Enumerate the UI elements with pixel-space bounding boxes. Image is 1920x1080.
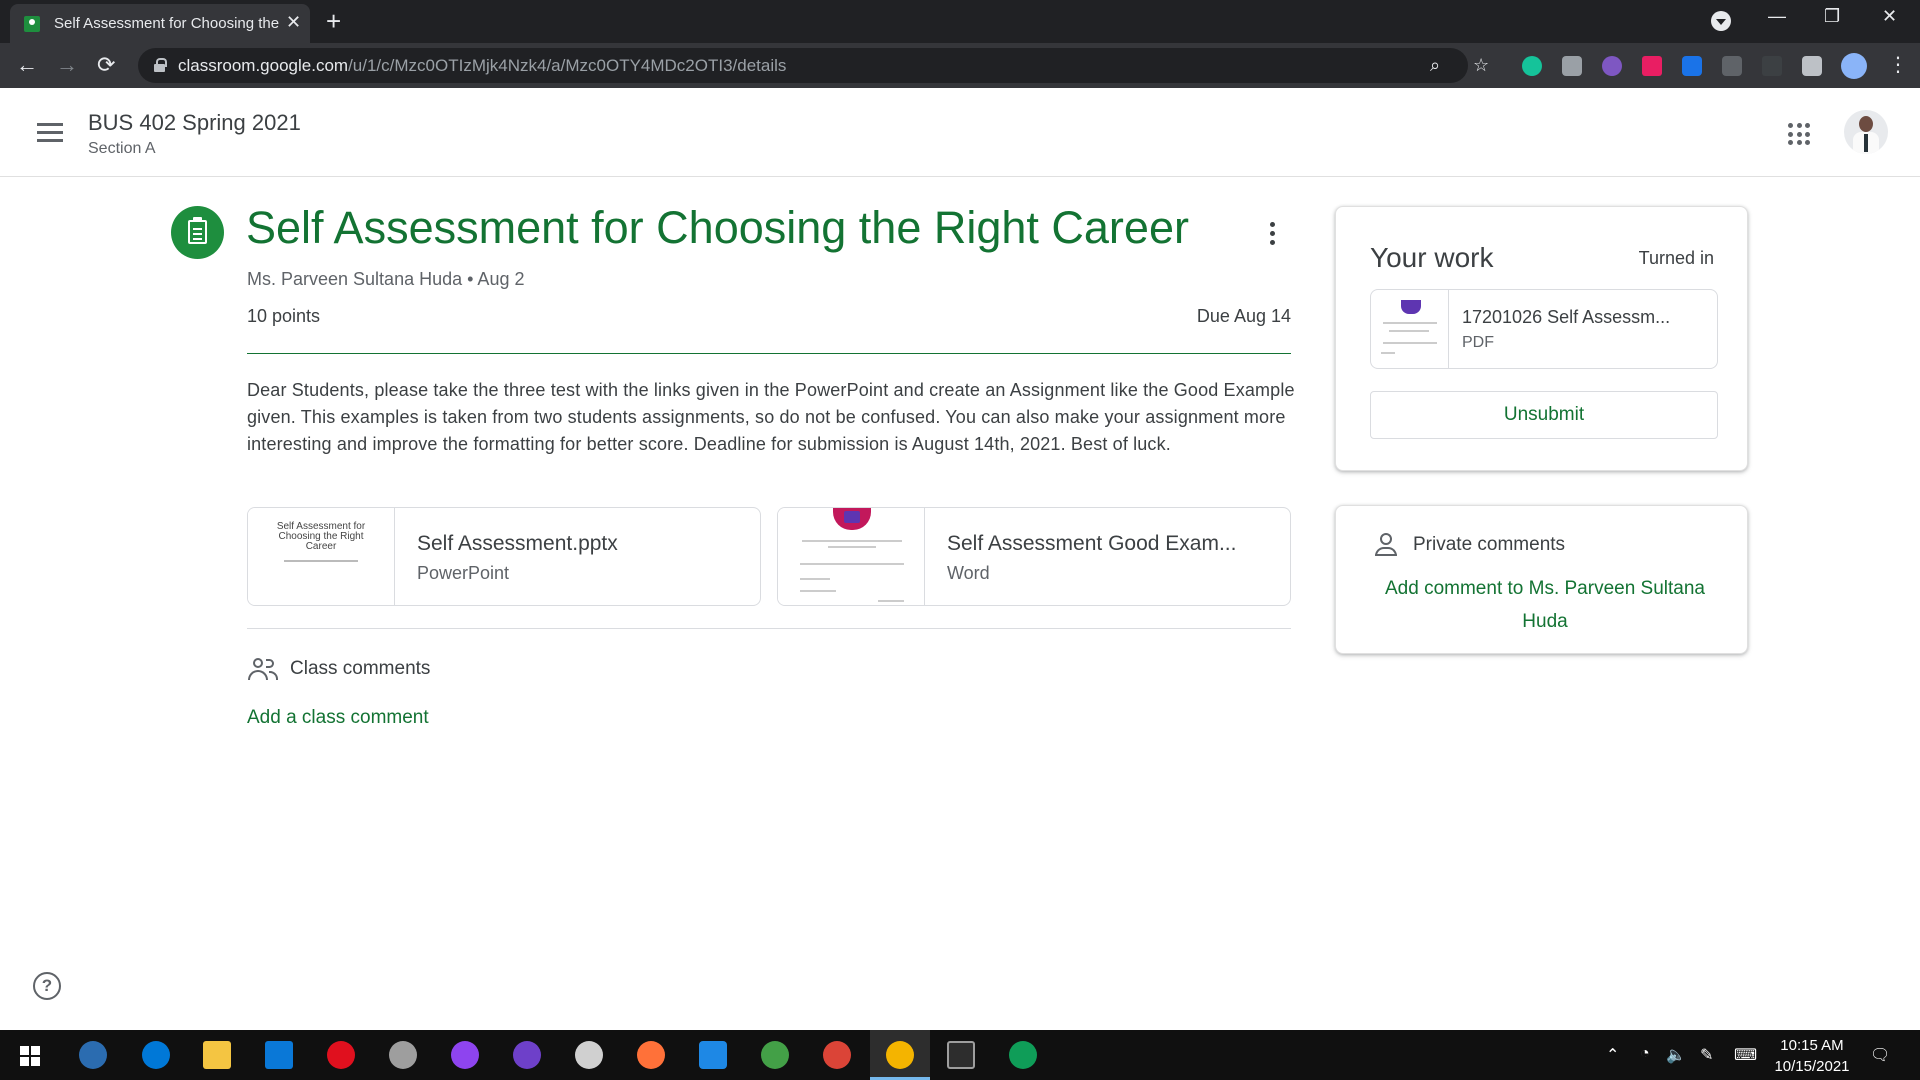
volume-icon[interactable]: 🔈 xyxy=(1666,1045,1686,1065)
address-bar[interactable]: classroom.google.com/u/1/c/Mzc0OTIzMjk4N… xyxy=(138,48,1489,83)
browser-toolbar: ← → ⟳ classroom.google.com/u/1/c/Mzc0OTI… xyxy=(0,43,1920,88)
comments-divider xyxy=(247,628,1291,629)
chrome-alt-app-icon[interactable] xyxy=(1009,1041,1037,1069)
classroom-favicon-icon xyxy=(24,16,40,32)
forward-button[interactable]: → xyxy=(56,52,78,78)
messenger-app-icon[interactable] xyxy=(451,1041,479,1069)
person-icon xyxy=(1374,533,1398,557)
submission-status: Turned in xyxy=(1638,248,1714,268)
assignment-description: Dear Students, please take the three tes… xyxy=(247,380,1295,454)
people-icon xyxy=(248,658,278,680)
edge-app-icon[interactable] xyxy=(142,1041,170,1069)
tab-search-icon[interactable] xyxy=(1711,11,1731,31)
submitted-file-name: 17201026 Self Assessm... xyxy=(1462,307,1671,327)
submitted-file-type: PDF xyxy=(1462,334,1494,351)
docx-thumbnail xyxy=(778,508,925,605)
quickbooks-app-icon[interactable] xyxy=(79,1041,107,1069)
snipping-app-icon[interactable] xyxy=(389,1041,417,1069)
app-icon[interactable] xyxy=(761,1041,789,1069)
pdf-thumbnail xyxy=(1371,290,1449,368)
submitted-file[interactable]: 17201026 Self Assessm... PDF xyxy=(1370,289,1718,369)
add-class-comment-link[interactable]: Add a class comment xyxy=(247,707,429,729)
reload-button[interactable]: ⟳ xyxy=(97,52,115,78)
google-apps-icon[interactable] xyxy=(1788,123,1810,145)
windows-taskbar: ⌃ ◔ 🔈 ✎ ⌨ 10:15 AM 10/15/2021 🗨 xyxy=(0,1030,1920,1080)
tab-close-icon[interactable]: ✕ xyxy=(286,12,301,33)
course-section: Section A xyxy=(88,140,156,157)
tray-chevron-icon[interactable]: ⌃ xyxy=(1606,1045,1619,1065)
assignment-due-date: Due Aug 14 xyxy=(1196,306,1291,326)
attachment-docx[interactable]: Self Assessment Good Exam... Word xyxy=(777,507,1291,606)
add-private-comment-link[interactable]: Add comment to Ms. Parveen Sultana Huda xyxy=(1376,572,1714,638)
taskbar-clock[interactable]: 10:15 AM 10/15/2021 xyxy=(1770,1035,1854,1077)
zoom-icon[interactable]: ⌕ xyxy=(1430,55,1440,76)
camera-extension-icon[interactable] xyxy=(1562,56,1582,76)
restore-button[interactable]: ❐ xyxy=(1824,6,1840,27)
private-comments-card: Private comments Add comment to Ms. Parv… xyxy=(1335,505,1748,654)
more-options-icon[interactable] xyxy=(1270,222,1276,246)
vscode-app-icon[interactable] xyxy=(699,1041,727,1069)
opera-app-icon[interactable] xyxy=(327,1041,355,1069)
clock-date: 10/15/2021 xyxy=(1774,1058,1850,1075)
classroom-header: BUS 402 Spring 2021 Section A xyxy=(0,88,1920,177)
firefox-app-icon[interactable] xyxy=(637,1041,665,1069)
notifications-icon[interactable]: 🗨 xyxy=(1870,1045,1890,1065)
course-title[interactable]: BUS 402 Spring 2021 xyxy=(88,110,301,136)
paint-app-icon[interactable] xyxy=(575,1041,603,1069)
pptx-thumbnail: Self Assessment for Choosing the Right C… xyxy=(248,508,395,605)
assignment-title: Self Assessment for Choosing the Right C… xyxy=(246,202,1189,253)
attachment-name: Self Assessment.pptx xyxy=(417,532,618,555)
play-extension-icon[interactable] xyxy=(1642,56,1662,76)
grammarly-extension-icon[interactable] xyxy=(1522,56,1542,76)
private-comments-heading: Private comments xyxy=(1413,534,1566,555)
attachment-name: Self Assessment Good Exam... xyxy=(947,532,1237,555)
file-explorer-app-icon[interactable] xyxy=(203,1041,231,1069)
tab-title: Self Assessment for Choosing the Right C… xyxy=(54,15,282,32)
lock-icon xyxy=(154,58,167,72)
profile-avatar-icon[interactable] xyxy=(1841,53,1867,79)
url-text: classroom.google.com/u/1/c/Mzc0OTIzMjk4N… xyxy=(178,56,787,75)
title-divider xyxy=(247,353,1291,354)
screen-extension-icon[interactable] xyxy=(1722,56,1742,76)
attachment-pptx[interactable]: Self Assessment for Choosing the Right C… xyxy=(247,507,761,606)
browser-tab-strip: Self Assessment for Choosing the Right C… xyxy=(0,0,1920,43)
bookmark-star-icon[interactable]: ☆ xyxy=(1473,55,1489,76)
account-avatar[interactable] xyxy=(1844,110,1888,154)
minimize-button[interactable]: — xyxy=(1768,6,1786,27)
chrome-app-icon[interactable] xyxy=(823,1041,851,1069)
chrome-profile-app-icon[interactable] xyxy=(886,1041,914,1069)
back-button[interactable]: ← xyxy=(16,52,38,78)
keyboard-icon[interactable]: ⌨ xyxy=(1734,1045,1757,1065)
assignment-meta: Ms. Parveen Sultana Huda • Aug 2 xyxy=(247,269,525,289)
your-work-title: Your work xyxy=(1370,242,1494,273)
windows-start-icon[interactable] xyxy=(20,1046,40,1066)
close-window-button[interactable]: ✕ xyxy=(1882,6,1897,27)
puzzle-extensions-icon[interactable] xyxy=(1802,56,1822,76)
help-icon[interactable]: ? xyxy=(33,972,61,1000)
assignment-points: 10 points xyxy=(247,306,321,326)
attachment-type: Word xyxy=(947,563,990,583)
network-icon[interactable]: ◔ xyxy=(1640,1045,1650,1063)
mail-app-icon[interactable] xyxy=(265,1041,293,1069)
pen-icon[interactable]: ✎ xyxy=(1700,1045,1713,1065)
extension-icon[interactable] xyxy=(1602,56,1622,76)
unsubmit-button[interactable]: Unsubmit xyxy=(1370,391,1718,439)
class-comments-heading: Class comments xyxy=(290,658,431,679)
github-app-icon[interactable] xyxy=(513,1041,541,1069)
new-tab-button[interactable]: + xyxy=(326,6,341,37)
main-menu-icon[interactable] xyxy=(37,123,63,143)
clock-time: 10:15 AM xyxy=(1780,1037,1844,1054)
chrome-menu-icon[interactable]: ⋮ xyxy=(1888,52,1908,77)
terminal-app-icon[interactable] xyxy=(947,1041,975,1069)
pen-extension-icon[interactable] xyxy=(1762,56,1782,76)
attachment-type: PowerPoint xyxy=(417,563,510,583)
assignment-icon xyxy=(171,206,224,259)
download-extension-icon[interactable] xyxy=(1682,56,1702,76)
browser-tab[interactable]: Self Assessment for Choosing the Right C… xyxy=(10,4,310,43)
university-logo-icon xyxy=(833,508,871,530)
your-work-card: Your work Turned in 17201026 Self Assess… xyxy=(1335,206,1748,471)
